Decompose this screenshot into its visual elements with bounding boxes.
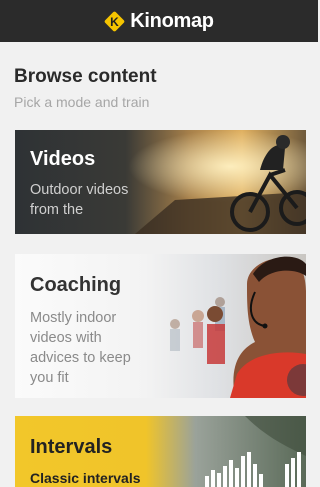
card-title: Intervals	[30, 436, 113, 458]
card-title: Coaching	[30, 274, 122, 296]
page-subtitle: Pick a mode and train	[14, 94, 150, 110]
svg-text:K: K	[110, 15, 119, 29]
intervals-card[interactable]: Intervals Classic intervals	[15, 416, 306, 487]
card-title: Videos	[30, 148, 96, 170]
brand-name: Kinomap	[130, 9, 214, 32]
card-description: Mostly indoor videos with advices to kee…	[30, 310, 131, 386]
page-title: Browse content	[14, 66, 157, 87]
coaching-card[interactable]: Coaching Mostly indoor videos with advic…	[15, 254, 306, 398]
card-description: Outdoor videos from the	[30, 182, 129, 218]
videos-card[interactable]: Videos Outdoor videos from the	[15, 130, 306, 234]
kinomap-logo-icon: K	[104, 11, 125, 32]
card-description: Classic intervals	[30, 470, 141, 486]
app-header: K Kinomap	[0, 0, 318, 42]
